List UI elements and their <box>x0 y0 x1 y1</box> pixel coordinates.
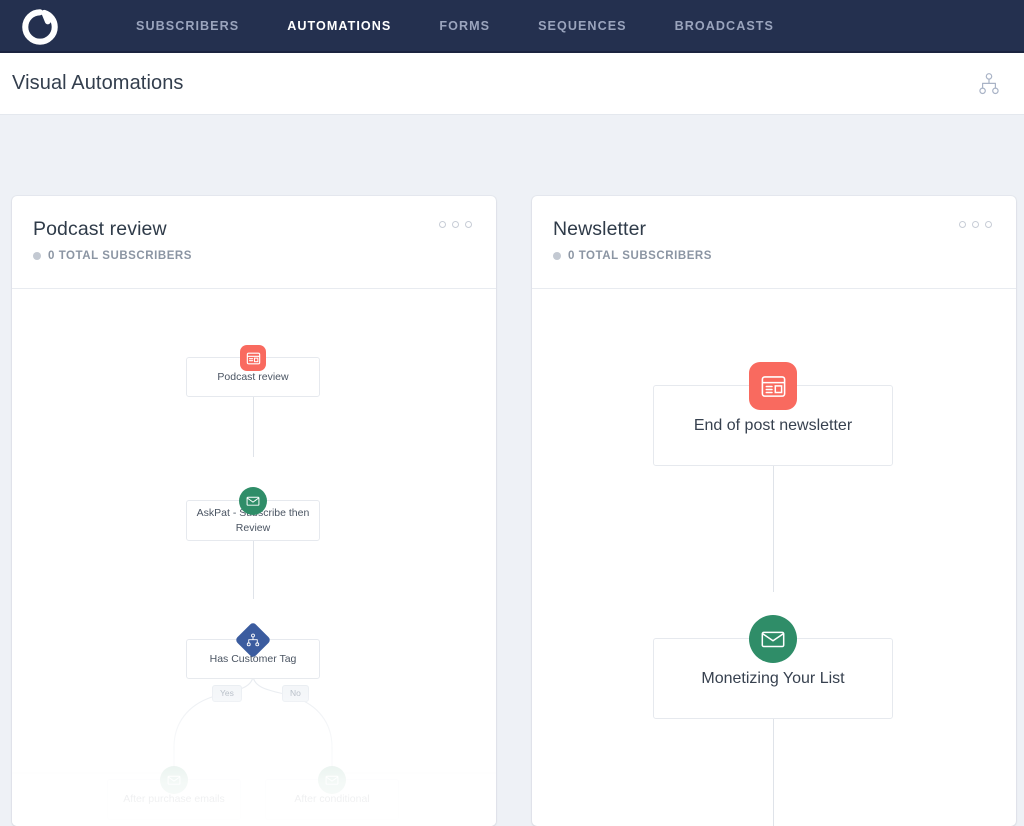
automations-canvas: Podcast review 0 TOTAL SUBSCRIBERS Podca… <box>0 115 1024 826</box>
flow-node-form[interactable]: End of post newsletter <box>653 362 893 466</box>
card-title: Podcast review <box>33 218 167 240</box>
page-title: Visual Automations <box>12 72 184 94</box>
flow-node-form[interactable]: Podcast review <box>186 345 320 397</box>
page-header: Visual Automations <box>0 53 1024 115</box>
flow-diagram: Podcast review AskPat - Subscribe then R… <box>12 289 496 826</box>
flow-diagram: End of post newsletter Monetizing Your L… <box>532 289 1016 826</box>
subscriber-count-label: 0 TOTAL SUBSCRIBERS <box>48 250 192 262</box>
card-flow-body[interactable]: End of post newsletter Monetizing Your L… <box>532 289 1016 826</box>
flow-node-label: After purchase emails <box>123 793 225 806</box>
email-badge-icon <box>318 766 346 794</box>
status-dot-icon <box>33 252 41 260</box>
nav-item-subscribers[interactable]: SUBSCRIBERS <box>112 0 263 53</box>
card-subtitle: 0 TOTAL SUBSCRIBERS <box>553 250 995 262</box>
card-title: Newsletter <box>553 218 647 240</box>
status-dot-icon <box>553 252 561 260</box>
form-badge-icon <box>749 362 797 410</box>
card-header: Podcast review 0 TOTAL SUBSCRIBERS <box>12 196 496 289</box>
flow-node-label: Monetizing Your List <box>701 669 845 687</box>
form-badge-icon <box>240 345 266 371</box>
subscriber-count-label: 0 TOTAL SUBSCRIBERS <box>568 250 712 262</box>
connector-line <box>253 541 254 599</box>
flow-node-email[interactable]: Monetizing Your List <box>653 615 893 719</box>
connector-line <box>773 719 774 826</box>
card-flow-body[interactable]: Podcast review AskPat - Subscribe then R… <box>12 289 496 826</box>
automation-cards-row: Podcast review 0 TOTAL SUBSCRIBERS Podca… <box>0 115 1024 826</box>
convertkit-logo-link[interactable] <box>10 8 70 46</box>
card-menu-three-dots-icon[interactable] <box>436 218 475 231</box>
email-badge-icon <box>239 487 267 515</box>
branch-chip-yes[interactable]: Yes <box>212 685 242 702</box>
flow-node-label: After conditional <box>294 793 370 806</box>
flow-node-condition[interactable]: Has Customer Tag <box>186 621 320 679</box>
nav-item-broadcasts[interactable]: BROADCASTS <box>651 0 798 53</box>
automation-card-podcast-review[interactable]: Podcast review 0 TOTAL SUBSCRIBERS Podca… <box>12 196 496 826</box>
node-tree-icon[interactable] <box>976 71 1002 97</box>
flow-node-label: Podcast review <box>217 370 289 383</box>
email-badge-icon <box>749 615 797 663</box>
automation-card-newsletter[interactable]: Newsletter 0 TOTAL SUBSCRIBERS End of po… <box>532 196 1016 826</box>
nav-items: SUBSCRIBERS AUTOMATIONS FORMS SEQUENCES … <box>112 0 798 53</box>
card-menu-three-dots-icon[interactable] <box>956 218 995 231</box>
flow-node-email[interactable]: AskPat - Subscribe then Review <box>186 487 320 541</box>
flow-node-email[interactable]: After purchase emails <box>107 766 241 820</box>
connector-line <box>253 397 254 457</box>
flow-node-email[interactable]: After conditional <box>265 766 399 820</box>
card-subtitle: 0 TOTAL SUBSCRIBERS <box>33 250 475 262</box>
email-badge-icon <box>160 766 188 794</box>
branch-connectors <box>12 661 496 774</box>
nav-item-sequences[interactable]: SEQUENCES <box>514 0 651 53</box>
branch-chip-no[interactable]: No <box>282 685 309 702</box>
convertkit-logo-icon <box>21 8 59 46</box>
top-navigation-bar: SUBSCRIBERS AUTOMATIONS FORMS SEQUENCES … <box>0 0 1024 53</box>
flow-node-label: End of post newsletter <box>693 416 853 434</box>
nav-item-forms[interactable]: FORMS <box>415 0 514 53</box>
nav-item-automations[interactable]: AUTOMATIONS <box>263 0 415 53</box>
card-header: Newsletter 0 TOTAL SUBSCRIBERS <box>532 196 1016 289</box>
connector-line <box>773 466 774 592</box>
